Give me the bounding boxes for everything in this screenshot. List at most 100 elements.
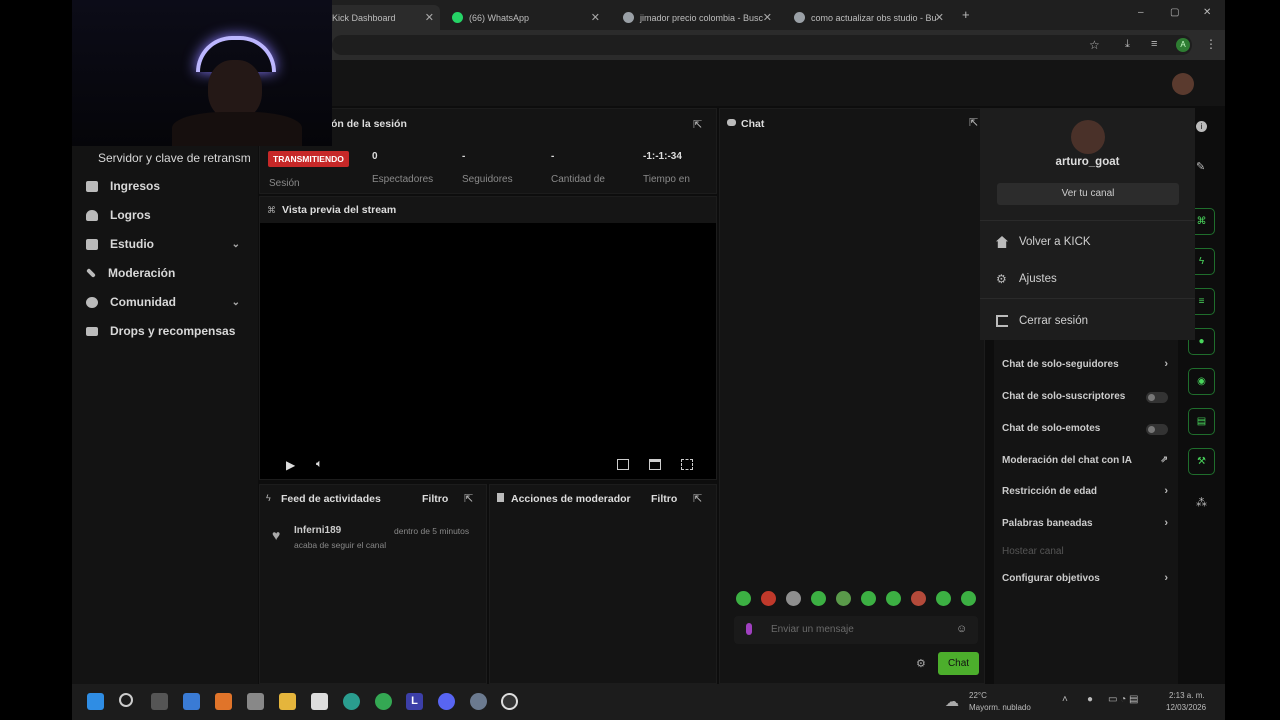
pencil-icon[interactable]: ✎ — [1196, 160, 1205, 173]
setting-banned-words[interactable]: Palabras baneadas › — [1002, 517, 1172, 529]
tab-kick-dashboard[interactable]: Kick Dashboard ✕ — [324, 5, 440, 30]
microphone-icon[interactable] — [746, 623, 752, 635]
chat-send-button[interactable]: Chat — [938, 652, 979, 675]
stream-key-link[interactable]: Servidor y clave de retransm — [98, 151, 258, 165]
setting-age-restriction[interactable]: Restricción de edad › — [1002, 485, 1172, 497]
chat-settings-gear-icon[interactable]: ⚙ — [916, 657, 926, 670]
popout-icon[interactable]: ⇱ — [969, 116, 978, 129]
task-view-icon[interactable] — [151, 693, 168, 710]
pip-icon[interactable] — [617, 459, 629, 470]
mod-filter-button[interactable]: Filtro — [651, 493, 677, 505]
obs-icon[interactable] — [501, 693, 518, 710]
url-field[interactable] — [332, 35, 1192, 55]
emoji-icon[interactable]: ☺ — [956, 623, 967, 635]
chat-input[interactable]: Enviar un mensaje ☺ — [734, 616, 978, 644]
chat-placeholder: Enviar un mensaje — [771, 624, 854, 635]
file-explorer-icon[interactable] — [279, 693, 296, 710]
emotes-only-toggle[interactable] — [1146, 424, 1168, 435]
emote-icon[interactable] — [861, 591, 876, 606]
status-badge: TRANSMITIENDO — [268, 151, 349, 167]
sidebar-item-ingresos[interactable]: Ingresos — [86, 179, 246, 193]
menu-item-logout[interactable]: Cerrar sesión — [996, 315, 1088, 327]
popout-icon[interactable]: ⇱ — [464, 492, 473, 505]
weather-desc[interactable]: Mayorm. nublado — [969, 703, 1031, 712]
setting-goals[interactable]: Configurar objetivos › — [1002, 572, 1172, 584]
weather-temp[interactable]: 22°C — [969, 691, 987, 700]
close-tab-icon[interactable]: ✕ — [935, 11, 944, 24]
bookmark-star-icon[interactable]: ☆ — [1089, 38, 1100, 52]
setting-label: Palabras baneadas — [1002, 518, 1093, 529]
new-tab-button[interactable]: + — [962, 7, 970, 22]
sidebar-item-comunidad[interactable]: Comunidad ⌄ — [86, 295, 246, 309]
subscribers-only-toggle[interactable] — [1146, 392, 1168, 403]
emote-icon[interactable] — [761, 591, 776, 606]
search-icon[interactable] — [119, 693, 133, 707]
close-tab-icon[interactable]: ✕ — [425, 11, 434, 24]
sidebar-item-logros[interactable]: Logros — [86, 208, 246, 222]
sidebar-item-moderacion[interactable]: Moderación — [86, 266, 246, 280]
feed-filter-button[interactable]: Filtro — [422, 493, 448, 505]
emote-icon[interactable] — [936, 591, 951, 606]
edge-icon[interactable] — [343, 693, 360, 710]
setting-followers-only[interactable]: Chat de solo-seguidores › — [1002, 358, 1172, 370]
emote-icon[interactable] — [961, 591, 976, 606]
menu-item-settings[interactable]: ⚙ Ajustes — [996, 273, 1057, 285]
profile-popover: arturo_goat Ver tu canal Volver a KICK ⚙… — [980, 108, 1195, 340]
emote-icon[interactable] — [836, 591, 851, 606]
chrome-icon[interactable] — [375, 693, 392, 710]
volume-icon[interactable]: 🔈︎ — [316, 458, 323, 471]
minimize-button[interactable]: – — [1138, 7, 1144, 18]
user-avatar[interactable] — [1172, 73, 1194, 95]
info-icon[interactable]: i — [1196, 121, 1207, 132]
tab-whatsapp[interactable]: (66) WhatsApp ✕ — [444, 5, 606, 30]
setting-ai-moderation[interactable]: Moderación del chat con IA ⇗ — [1002, 454, 1172, 466]
notepad-icon[interactable] — [311, 693, 328, 710]
launcher-l-icon[interactable]: L — [406, 693, 423, 710]
browser-menu-icon[interactable]: ⋮ — [1205, 37, 1217, 51]
play-icon[interactable]: ▶ — [286, 458, 295, 472]
mic-tray-icon[interactable]: ● — [1087, 694, 1093, 705]
popout-icon[interactable]: ⇱ — [693, 118, 702, 131]
emote-icon[interactable] — [911, 591, 926, 606]
tray-chevron-icon[interactable]: ˄ — [1062, 694, 1068, 705]
emote-icon[interactable] — [886, 591, 901, 606]
feed-user[interactable]: Inferni189 — [294, 525, 341, 536]
sidebar-item-drops[interactable]: Drops y recompensas — [86, 324, 246, 338]
view-channel-button[interactable]: Ver tu canal — [997, 183, 1179, 205]
download-icon[interactable]: ⤓ — [1125, 38, 1130, 51]
close-window-button[interactable]: ✕ — [1203, 7, 1211, 18]
sidebar-item-estudio[interactable]: Estudio ⌄ — [86, 237, 246, 251]
store-icon[interactable] — [247, 693, 264, 710]
menu-item-back-to-kick[interactable]: Volver a KICK — [996, 236, 1091, 248]
clock-time[interactable]: 2:13 a. m. — [1169, 691, 1205, 700]
emote-icon[interactable] — [786, 591, 801, 606]
tray-icons[interactable]: ▭ ◔ ▤ — [1108, 694, 1139, 705]
windows-start-icon[interactable] — [87, 693, 104, 710]
rail-button-stack[interactable]: ▤ — [1188, 408, 1215, 435]
media-icon[interactable]: ≡ — [1151, 38, 1157, 50]
close-tab-icon[interactable]: ✕ — [591, 11, 600, 24]
emote-icon[interactable] — [811, 591, 826, 606]
discord-icon[interactable] — [438, 693, 455, 710]
setting-emotes-only[interactable]: Chat de solo-emotes — [1002, 423, 1172, 435]
person-body — [172, 112, 302, 146]
fullscreen-icon[interactable] — [681, 459, 693, 470]
more-icon[interactable]: ⁂ — [1196, 496, 1207, 509]
profile-avatar[interactable]: A — [1176, 38, 1190, 52]
rail-button-wrench[interactable]: ⚒ — [1188, 448, 1215, 475]
setting-subscribers-only[interactable]: Chat de solo-suscriptores — [1002, 391, 1172, 403]
tab-obs-search[interactable]: como actualizar obs studio - Bu ✕ — [786, 5, 950, 30]
steam-icon[interactable] — [470, 693, 487, 710]
theater-icon[interactable] — [649, 459, 661, 470]
tab-jimador-search[interactable]: jimador precio colombia - Busc ✕ — [615, 5, 778, 30]
rail-button-broadcast[interactable]: ◉ — [1188, 368, 1215, 395]
widgets-icon[interactable] — [183, 693, 200, 710]
popout-icon[interactable]: ⇱ — [693, 492, 702, 505]
clock-date[interactable]: 12/03/2026 — [1166, 703, 1206, 712]
feed-action: acaba de seguir el canal — [294, 540, 387, 550]
close-tab-icon[interactable]: ✕ — [763, 11, 772, 24]
copilot-icon[interactable] — [215, 693, 232, 710]
sidebar-item-label: Logros — [110, 208, 151, 222]
maximize-button[interactable]: ▢ — [1170, 7, 1179, 18]
emote-icon[interactable] — [736, 591, 751, 606]
